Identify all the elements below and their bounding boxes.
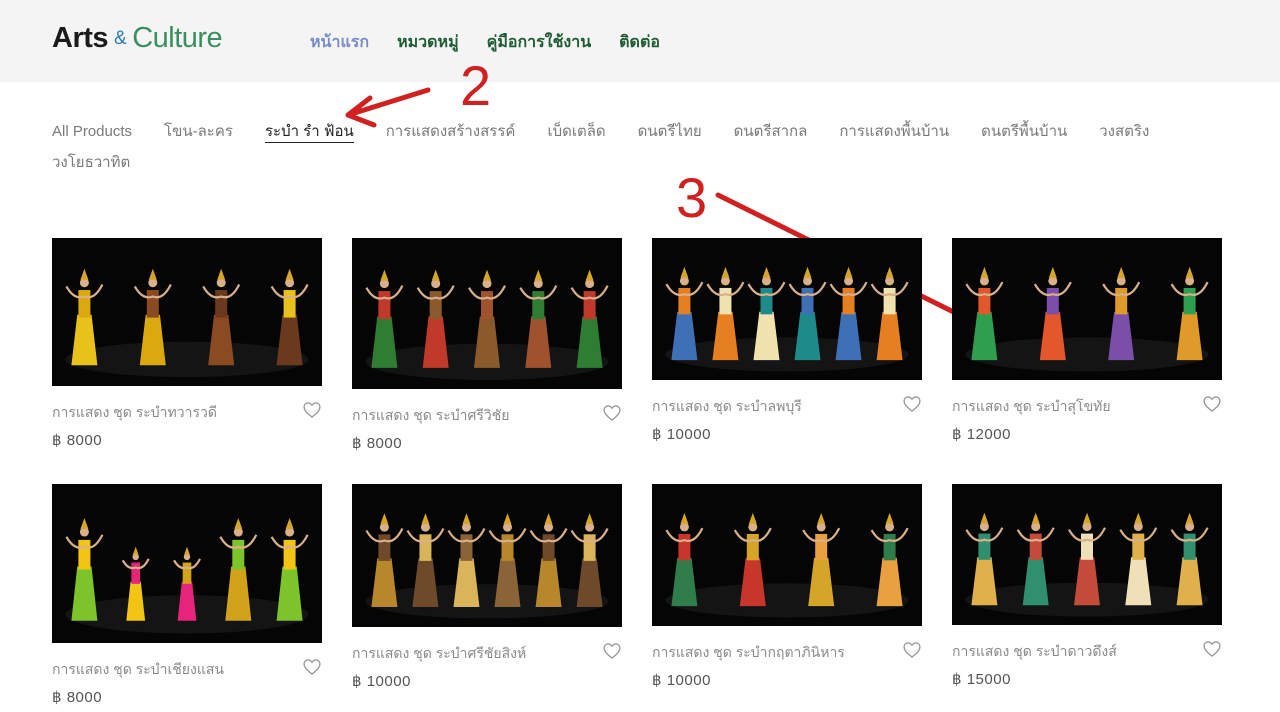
product-title[interactable]: การแสดง ชุด ระบำศรีชัยสิงห์ (352, 645, 526, 661)
dancers-illustration (65, 518, 309, 634)
dancers-illustration (965, 512, 1209, 617)
category-western-music[interactable]: ดนตรีสากล (734, 122, 808, 143)
product-title[interactable]: การแสดง ชุด ระบำกฤตาภินิหาร (652, 644, 845, 660)
category-thai-music[interactable]: ดนตรีไทย (638, 122, 702, 143)
product-card: การแสดง ชุด ระบำกฤตาภินิหาร ฿ 10000 (652, 484, 922, 689)
product-price: ฿ 10000 (652, 672, 711, 689)
dancers-illustration (365, 513, 609, 619)
product-image[interactable] (52, 484, 322, 643)
site-header: Arts & Culture หน้าแรก หมวดหมู่ คู่มือการใ… (0, 0, 1280, 82)
heart-icon[interactable] (302, 400, 322, 420)
nav-home[interactable]: หน้าแรก (310, 30, 369, 55)
product-image[interactable] (952, 238, 1222, 380)
product-image[interactable] (652, 484, 922, 626)
product-card: การแสดง ชุด ระบำทวารวดี ฿ 8000 (52, 238, 322, 449)
heart-icon[interactable] (902, 394, 922, 414)
product-price: ฿ 8000 (52, 689, 103, 706)
nav-user-guide[interactable]: คู่มือการใช้งาน (487, 30, 592, 55)
heart-icon[interactable] (1202, 639, 1222, 659)
product-card: การแสดง ชุด ระบำสุโขทัย ฿ 12000 (952, 238, 1222, 443)
category-all-products[interactable]: All Products (52, 122, 132, 143)
category-rabam-ram-fon[interactable]: ระบำ รำ ฟ้อน (264, 122, 354, 143)
product-title[interactable]: การแสดง ชุด ระบำดาวดึงส์ (952, 643, 1117, 659)
product-card: การแสดง ชุด ระบำเชียงแสน ฿ 8000 (52, 484, 322, 706)
product-card: การแสดง ชุด ระบำดาวดึงส์ ฿ 15000 (952, 484, 1222, 688)
heart-icon[interactable] (1202, 394, 1222, 414)
category-filter: All Products โขน-ละคร ระบำ รำ ฟ้อน การแส… (52, 122, 1182, 173)
product-price: ฿ 15000 (952, 671, 1011, 688)
product-title[interactable]: การแสดง ชุด ระบำเชียงแสน (52, 661, 224, 677)
product-title[interactable]: การแสดง ชุด ระบำลพบุรี (652, 398, 802, 414)
nav-contact[interactable]: ติดต่อ (619, 30, 660, 55)
product-image[interactable] (352, 484, 622, 627)
annotation-arrow-2-head (345, 95, 377, 128)
product-card: การแสดง ชุด ระบำลพบุรี ฿ 10000 (652, 238, 922, 443)
category-marching-band[interactable]: วงโยธวาทิต (52, 153, 130, 173)
heart-icon[interactable] (902, 640, 922, 660)
product-card: การแสดง ชุด ระบำศรีชัยสิงห์ ฿ 10000 (352, 484, 622, 690)
product-image[interactable] (952, 484, 1222, 625)
site-logo[interactable]: Arts & Culture (52, 22, 223, 55)
category-creative-performance[interactable]: การแสดงสร้างสรรค์ (386, 122, 516, 143)
annotation-number-2: 2 (460, 54, 492, 117)
dancers-illustration (965, 266, 1209, 372)
product-card: การแสดง ชุด ระบำศรีวิชัย ฿ 8000 (352, 238, 622, 452)
product-price: ฿ 8000 (52, 432, 103, 449)
product-title[interactable]: การแสดง ชุด ระบำสุโขทัย (952, 398, 1111, 414)
stage-floor (965, 337, 1209, 372)
product-price: ฿ 12000 (952, 426, 1011, 443)
heart-icon[interactable] (302, 657, 322, 677)
product-title[interactable]: การแสดง ชุด ระบำทวารวดี (52, 404, 217, 420)
category-folk-performance[interactable]: การแสดงพื้นบ้าน (839, 122, 949, 143)
product-price: ฿ 8000 (352, 435, 403, 452)
dancers-illustration (665, 266, 909, 372)
heart-icon[interactable] (602, 403, 622, 423)
product-image[interactable] (52, 238, 322, 386)
product-price: ฿ 10000 (652, 426, 711, 443)
main-nav: หน้าแรก หมวดหมู่ คู่มือการใช้งาน ติดต่อ (310, 30, 660, 55)
nav-categories[interactable]: หมวดหมู่ (397, 30, 459, 55)
product-image[interactable] (352, 238, 622, 389)
heart-icon[interactable] (602, 641, 622, 661)
category-khon-lakhon[interactable]: โขน-ละคร (164, 122, 233, 143)
product-price: ฿ 10000 (352, 673, 411, 690)
dancers-illustration (665, 512, 909, 618)
category-string-band[interactable]: วงสตริง (1099, 122, 1149, 143)
annotation-arrow-2-shaft (345, 87, 431, 118)
category-miscellaneous[interactable]: เบ็ดเตล็ด (547, 122, 605, 143)
category-folk-music[interactable]: ดนตรีพื้นบ้าน (981, 122, 1067, 143)
dancers-illustration (65, 268, 309, 378)
stage-floor (665, 337, 909, 372)
stage-floor (65, 341, 309, 378)
product-title[interactable]: การแสดง ชุด ระบำศรีวิชัย (352, 407, 510, 423)
product-image[interactable] (652, 238, 922, 380)
dancers-illustration (365, 269, 609, 380)
annotation-number-3: 3 (676, 166, 708, 229)
stage-floor (665, 583, 909, 618)
stage-floor (365, 584, 609, 619)
